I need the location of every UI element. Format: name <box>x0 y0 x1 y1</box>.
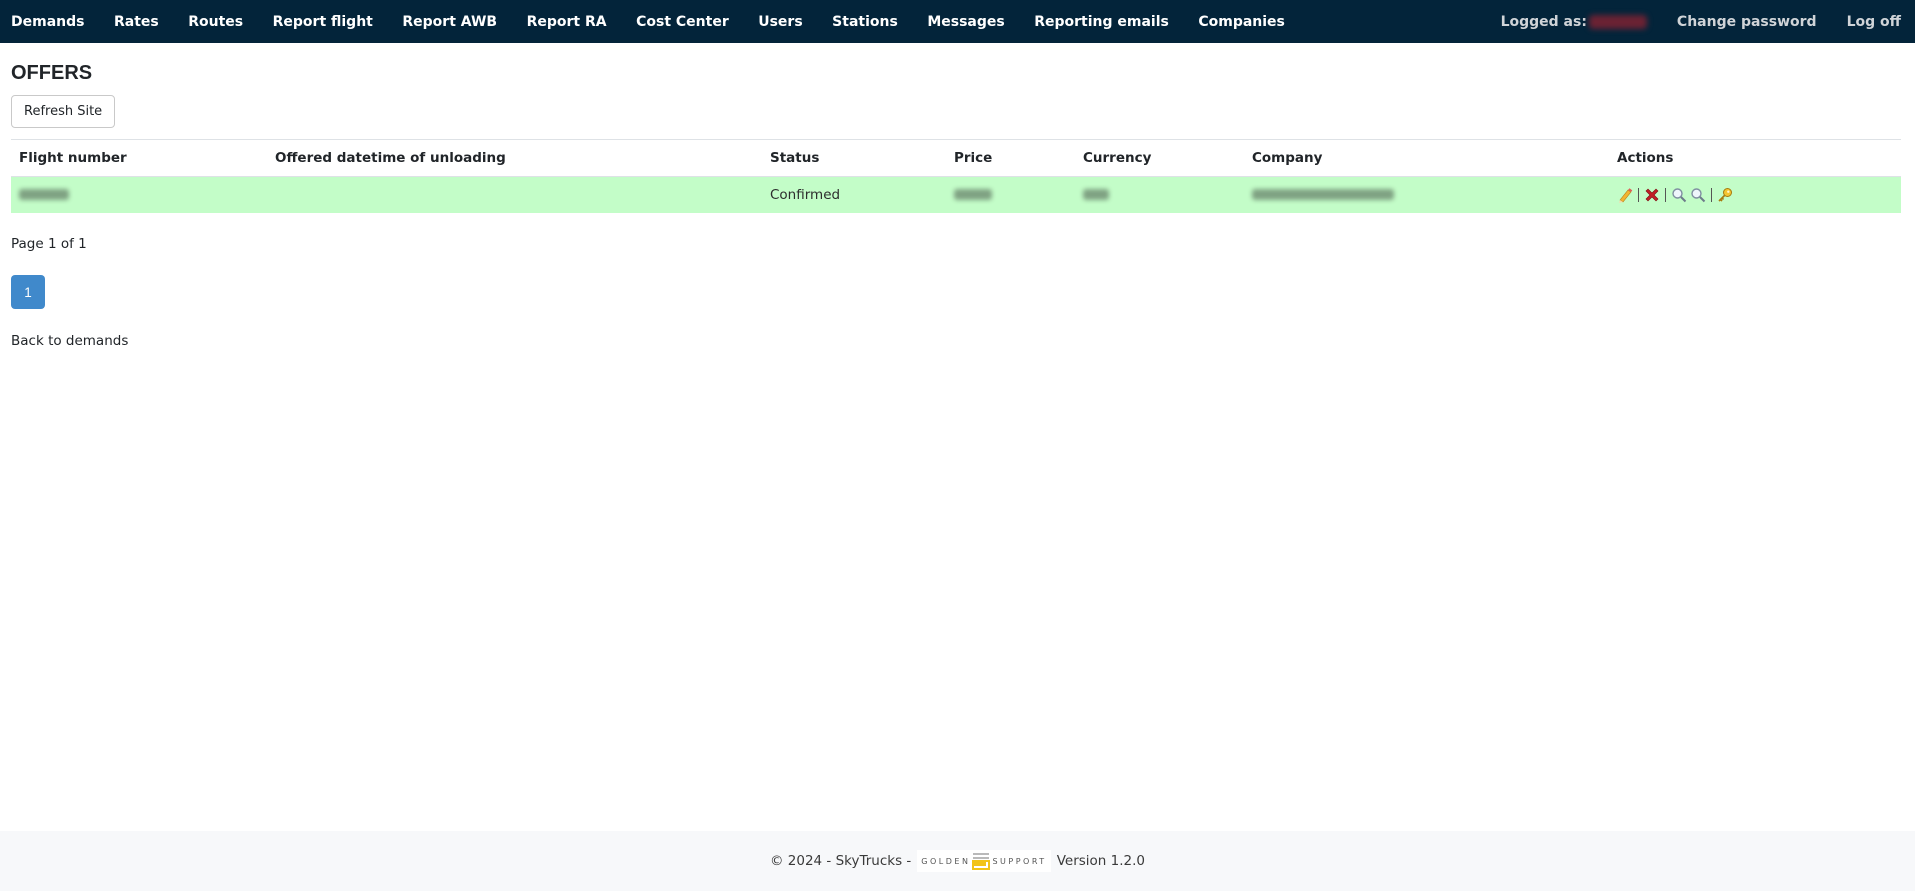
row-actions <box>1617 187 1893 203</box>
col-price: Price <box>946 139 1075 177</box>
col-actions: Actions <box>1609 139 1901 177</box>
footer: © 2024 - SkyTrucks - GOLDEN SUPPORT Vers… <box>0 831 1915 891</box>
cell-status: Confirmed <box>762 176 946 213</box>
nav-report-flight[interactable]: Report flight <box>273 14 373 30</box>
logged-as-label: Logged as: <box>1500 13 1587 30</box>
action-separator <box>1711 187 1712 202</box>
copyright-text: © 2024 - SkyTrucks - <box>769 853 912 869</box>
logo-text-right: SUPPORT <box>992 856 1047 866</box>
cell-price <box>946 176 1075 213</box>
back-to-demands-link[interactable]: Back to demands <box>11 333 128 349</box>
version-text: Version 1.2.0 <box>1056 853 1145 869</box>
top-navbar: Demands Rates Routes Report flight Repor… <box>0 0 1915 43</box>
change-password-link[interactable]: Change password <box>1677 14 1817 30</box>
col-currency: Currency <box>1075 139 1244 177</box>
blurred-price <box>954 189 992 201</box>
page-title: OFFERS <box>11 62 93 84</box>
blurred-company <box>1252 189 1394 201</box>
col-offered-datetime: Offered datetime of unloading <box>267 139 762 177</box>
blurred-currency <box>1083 189 1109 201</box>
nav-report-ra[interactable]: Report RA <box>527 14 607 30</box>
cell-flight-number <box>11 176 267 213</box>
page-button-current[interactable]: 1 <box>11 275 45 309</box>
golden-support-mark-icon <box>972 853 991 870</box>
view-magnifier-icon[interactable] <box>1671 187 1687 203</box>
user-menu: Logged as: Change password Log off <box>1501 0 1901 43</box>
pagination-info: Page 1 of 1 <box>11 236 87 252</box>
action-separator <box>1638 187 1639 202</box>
delete-x-icon[interactable] <box>1644 187 1660 203</box>
col-company: Company <box>1244 139 1609 177</box>
details-magnifier-icon[interactable] <box>1690 187 1706 203</box>
nav-cost-center[interactable]: Cost Center <box>636 14 729 30</box>
cell-offered-datetime <box>267 176 762 213</box>
cell-company <box>1244 176 1609 213</box>
nav-report-awb[interactable]: Report AWB <box>402 14 497 30</box>
golden-support-logo: GOLDEN SUPPORT <box>917 850 1051 872</box>
cell-currency <box>1075 176 1244 213</box>
nav-reporting-emails[interactable]: Reporting emails <box>1034 14 1169 30</box>
nav-users[interactable]: Users <box>758 14 802 30</box>
blurred-flight-number <box>19 189 69 201</box>
nav-companies[interactable]: Companies <box>1198 14 1285 30</box>
offers-table: Flight number Offered datetime of unload… <box>11 139 1901 213</box>
action-separator <box>1665 187 1666 202</box>
edit-pencil-icon[interactable] <box>1617 187 1633 203</box>
logged-user-name <box>1588 14 1647 29</box>
nav-demands[interactable]: Demands <box>11 14 84 30</box>
logo-text-left: GOLDEN <box>921 856 971 866</box>
cell-actions <box>1609 176 1901 213</box>
nav-routes[interactable]: Routes <box>188 14 243 30</box>
key-icon[interactable] <box>1717 187 1733 203</box>
refresh-site-button[interactable]: Refresh Site <box>11 95 116 128</box>
main-menu: Demands Rates Routes Report flight Repor… <box>0 0 1314 43</box>
col-flight-number: Flight number <box>11 139 267 177</box>
col-status: Status <box>762 139 946 177</box>
table-row: Confirmed <box>11 176 1901 213</box>
table-header-row: Flight number Offered datetime of unload… <box>11 139 1901 177</box>
log-off-link[interactable]: Log off <box>1847 14 1901 30</box>
nav-messages[interactable]: Messages <box>927 14 1004 30</box>
nav-stations[interactable]: Stations <box>832 14 898 30</box>
nav-rates[interactable]: Rates <box>114 14 159 30</box>
